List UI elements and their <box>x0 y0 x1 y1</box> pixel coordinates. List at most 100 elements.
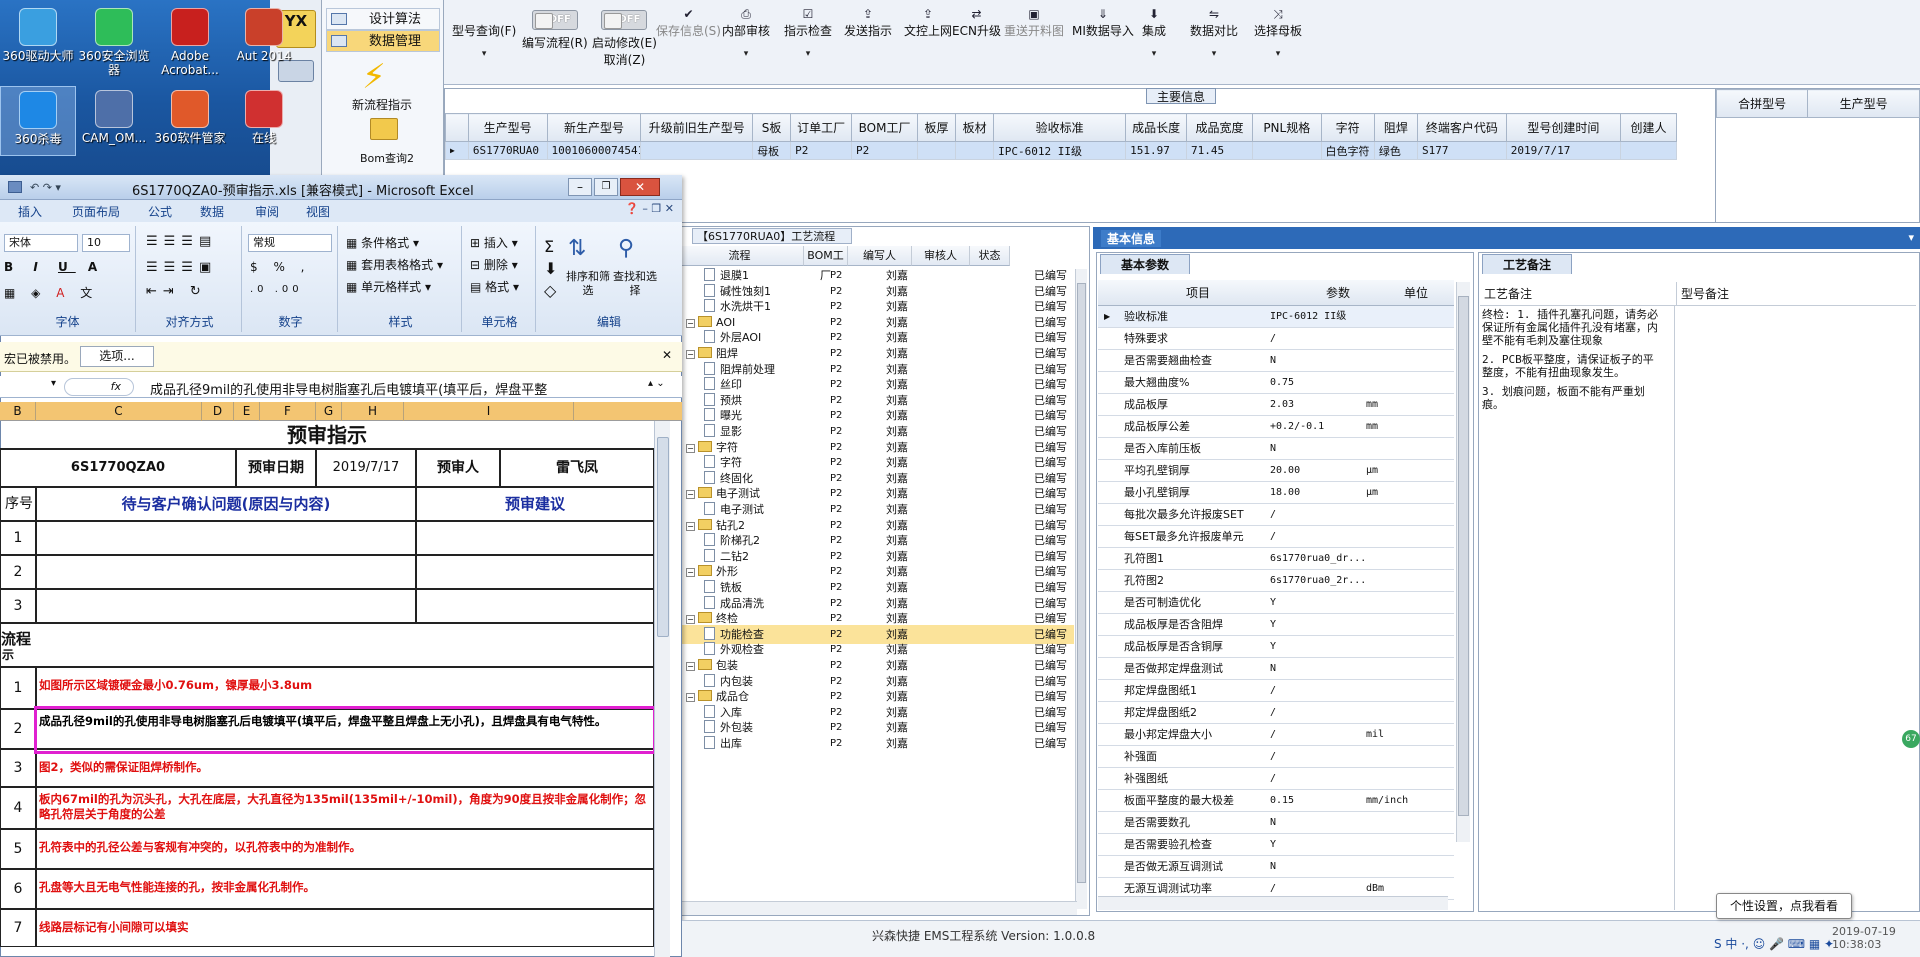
minimize-button[interactable]: – <box>568 178 592 196</box>
ime-toolbar-icons[interactable]: S 中 ·, ☺ 🎤 ⌨ ▦ ✦ <box>1714 935 1834 952</box>
param-row[interactable]: 板面平整度的最大极差 0.15 mm/inch <box>1098 790 1454 812</box>
blank-suggest-cell[interactable] <box>416 555 654 589</box>
ribbon-tab[interactable]: 视图 <box>306 203 330 220</box>
param-value[interactable]: 0.15 <box>1270 790 1370 812</box>
main-col-header[interactable]: 板材 <box>955 113 995 142</box>
param-row[interactable]: 平均孔壁铜厚 20.00 μm <box>1098 460 1454 482</box>
sort-filter-button[interactable]: 排序和筛选 <box>566 270 610 298</box>
insert-cells-button[interactable]: ⊞ 插入 ▾ <box>470 234 518 251</box>
param-row[interactable]: 补强面 / <box>1098 746 1454 768</box>
param-value[interactable]: 0.75 <box>1270 372 1370 394</box>
main-col-header[interactable]: 板厚 <box>917 113 957 142</box>
tree-col-header[interactable]: 编写人 <box>848 246 912 266</box>
param-value[interactable]: N <box>1270 812 1370 834</box>
column-header[interactable]: H <box>342 402 404 421</box>
blank-issue-cell[interactable] <box>36 521 416 555</box>
sort-filter-icon[interactable]: ⇅ <box>568 236 604 266</box>
float-badge-icon[interactable]: 67 <box>1902 730 1920 748</box>
param-row[interactable]: 补强图纸 / <box>1098 768 1454 790</box>
param-value[interactable]: / <box>1270 328 1370 350</box>
ribbon-tab[interactable]: 公式 <box>148 203 172 220</box>
param-row[interactable]: 成品板厚公差 +0.2/-0.1 mm <box>1098 416 1454 438</box>
param-value[interactable]: Y <box>1270 636 1370 658</box>
blank-row-number[interactable]: 3 <box>0 589 36 623</box>
main-col-header[interactable]: PNL规格 <box>1252 113 1322 142</box>
collapse-icon[interactable]: − <box>686 490 695 500</box>
dropdown-arrow-icon[interactable]: ▾ <box>1190 49 1238 59</box>
param-value[interactable]: N <box>1270 856 1370 878</box>
main-col-header[interactable]: BOM工厂 <box>851 113 919 142</box>
column-header[interactable]: G <box>316 402 342 421</box>
toolbar-button-12[interactable]: ⇋ 数据对比 ▾ <box>1190 8 1238 59</box>
desktop-icon-2[interactable]: Adobe Acrobat... <box>152 4 228 77</box>
horizontal-align-buttons[interactable]: ☰☰☰▣ <box>146 260 217 275</box>
param-value[interactable]: +0.2/-0.1 <box>1270 416 1370 438</box>
dropdown-arrow-icon[interactable]: ▾ <box>452 49 516 59</box>
tree-scrollbar[interactable] <box>1075 269 1087 909</box>
main-cell[interactable]: 白色字符 <box>1320 141 1375 160</box>
border-fill-color-buttons[interactable]: ▦ ◈ A 文 <box>4 284 98 301</box>
instruction-text[interactable]: 孔盘等大且无电气性能连接的孔，按非金属化孔制作。 <box>36 869 654 909</box>
desktop-icon-5[interactable]: CAM_OM... <box>76 86 152 145</box>
row-indicator[interactable]: ▶ <box>445 141 469 160</box>
instruction-text[interactable]: 如图所示区域镀硬金最小0.76um，镍厚最小3.8um <box>36 667 654 709</box>
instruction-text[interactable]: 板内67mil的孔为沉头孔，大孔在底层，大孔直径为135mil(135mil+/… <box>36 787 654 829</box>
main-col-header[interactable]: 订单工厂 <box>790 113 853 142</box>
main-cell[interactable]: 10010600074541 <box>546 141 642 160</box>
name-box-dropdown[interactable]: ▾ <box>0 378 60 396</box>
collapse-icon[interactable]: − <box>686 350 695 359</box>
main-cell[interactable] <box>640 141 754 160</box>
collapse-icon[interactable]: − <box>686 693 695 703</box>
ribbon-tab[interactable]: 数据 <box>200 203 224 220</box>
tree-scroll-thumb[interactable] <box>1077 283 1086 883</box>
collapse-icon[interactable]: − <box>686 521 695 531</box>
param-value[interactable]: N <box>1270 438 1370 460</box>
instruction-number[interactable]: 5 <box>0 829 36 869</box>
main-col-header[interactable]: 终端客户代码 <box>1416 113 1507 142</box>
param-row[interactable]: 是否入库前压板 N <box>1098 438 1454 460</box>
dropdown-arrow-icon[interactable]: ▾ <box>784 49 832 59</box>
main-cell[interactable]: 6S1770RUA0 <box>467 141 548 160</box>
param-value[interactable]: 6s1770rua0_dr... <box>1270 548 1370 570</box>
params-scroll-thumb[interactable] <box>1458 296 1469 816</box>
nav-item-bom-query[interactable]: Bom查询2 <box>360 150 414 166</box>
toolbar-button-5[interactable]: ☑ 指示检查 ▾ <box>784 8 832 59</box>
column-header[interactable]: F <box>260 402 316 421</box>
main-cell[interactable]: 71.45 <box>1186 141 1254 160</box>
toggle-switch[interactable]: OFF <box>531 10 578 30</box>
tree-row[interactable]: 出库 P2 刘嘉 已编写 <box>676 734 1074 753</box>
font-size-select[interactable]: 10 <box>82 234 130 252</box>
main-col-header[interactable]: 成品宽度 <box>1186 113 1254 142</box>
desktop-icon-4[interactable]: 360杀毒 <box>0 86 76 156</box>
param-row[interactable]: 是否可制造优化 Y <box>1098 592 1454 614</box>
main-cell[interactable]: P2 <box>851 141 919 160</box>
toolbar-button-9[interactable]: ▣ 重送开料图 <box>1004 8 1064 39</box>
param-value[interactable]: Y <box>1270 834 1370 856</box>
blank-suggest-cell[interactable] <box>416 521 654 555</box>
toolbar-button-6[interactable]: ⇪ 发送指示 <box>844 8 892 39</box>
column-header[interactable]: D <box>202 402 234 421</box>
merge-model-column[interactable]: 合拼型号 <box>1715 89 1809 118</box>
instruction-number[interactable]: 2 <box>0 709 36 749</box>
table-format-button[interactable]: ▦ 套用表格格式 ▾ <box>346 256 443 273</box>
blank-issue-cell[interactable] <box>36 589 416 623</box>
tree-col-header[interactable]: 状态 <box>970 246 1010 266</box>
collapse-icon[interactable]: − <box>686 662 695 671</box>
param-row[interactable]: 特殊要求 / <box>1098 328 1454 350</box>
param-item-column[interactable]: 项目 <box>1186 280 1210 306</box>
review-date-value[interactable]: 2019/7/17 <box>316 449 416 487</box>
close-button[interactable]: ✕ <box>620 178 660 196</box>
reviewer-value[interactable]: 雷飞凤 <box>500 449 654 487</box>
toolbar-button-8[interactable]: ⇄ ECN升级 <box>952 8 1001 39</box>
vertical-align-buttons[interactable]: ☰☰☰▤ <box>146 234 217 249</box>
param-value[interactable]: / <box>1270 746 1370 768</box>
param-row[interactable]: 邦定焊盘图纸2 / <box>1098 702 1454 724</box>
main-col-header[interactable]: 成品长度 <box>1125 113 1188 142</box>
main-cell[interactable] <box>1620 141 1677 160</box>
blank-suggest-cell[interactable] <box>416 589 654 623</box>
toggle-switch[interactable]: OFF <box>601 10 648 30</box>
instruction-number[interactable]: 6 <box>0 869 36 909</box>
param-row[interactable]: 是否需要数孔 N <box>1098 812 1454 834</box>
toolbar-button-11[interactable]: ⬇ 集成 ▾ <box>1142 8 1166 59</box>
desktop-icon-6[interactable]: 360软件管家 <box>152 86 228 145</box>
